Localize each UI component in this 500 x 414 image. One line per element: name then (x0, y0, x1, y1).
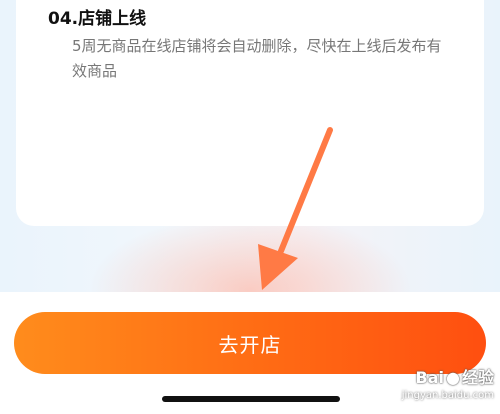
step-title: 04.店铺上线 (48, 9, 147, 29)
watermark-url: jingyan.baidu.com (401, 390, 494, 401)
open-store-button-label: 去开店 (218, 332, 282, 357)
home-indicator (162, 396, 340, 402)
watermark-logo: Bai ● 经验 (415, 368, 494, 387)
baidu-paw-icon: ● (446, 368, 460, 387)
baidu-watermark: Bai ● 经验 jingyan.baidu.com (374, 360, 500, 412)
step-description: 5周无商品在线店铺将会自动删除，尽快在上线后发布有效商品 (72, 37, 442, 80)
